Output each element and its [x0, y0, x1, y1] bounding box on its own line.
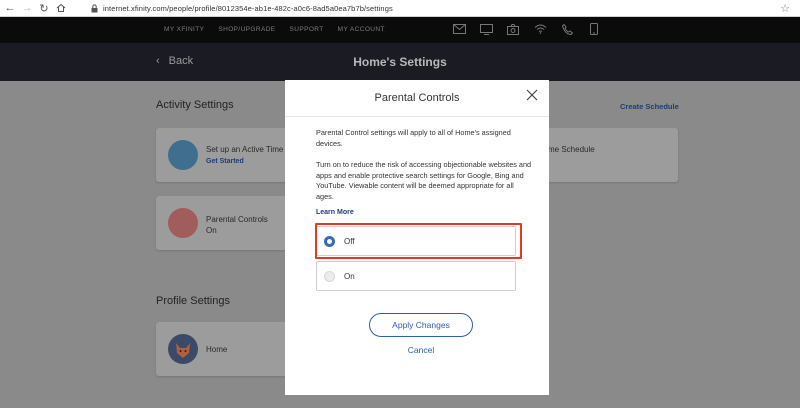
tv-icon[interactable] [479, 22, 493, 36]
wifi-icon[interactable] [533, 22, 547, 36]
reload-icon[interactable]: ↻ [37, 1, 51, 15]
profile-name: Home [206, 345, 228, 354]
modal-description-text: Turn on to reduce the risk of accessing … [316, 160, 532, 201]
parental-controls-card[interactable]: Parental Controls On [156, 196, 291, 250]
lock-icon [168, 208, 198, 238]
create-schedule-link[interactable]: Create Schedule [620, 102, 679, 111]
profile-settings-title: Profile Settings [156, 295, 230, 307]
get-started-link[interactable]: Get Started [206, 158, 244, 165]
modal-title: Parental Controls [374, 92, 460, 104]
site-top-nav: MY XFINITY SHOP/UPGRADE SUPPORT MY ACCOU… [0, 17, 800, 43]
close-icon[interactable] [525, 88, 539, 102]
nav-link-my-account[interactable]: MY ACCOUNT [338, 26, 385, 33]
clock-icon [168, 140, 198, 170]
browser-toolbar: ← → ↻ internet.xfinity.com/people/profil… [0, 0, 800, 17]
home-icon[interactable] [54, 1, 68, 15]
phone-icon[interactable] [560, 22, 574, 36]
address-bar[interactable]: internet.xfinity.com/people/profile/8012… [103, 4, 393, 13]
nav-link-support[interactable]: SUPPORT [290, 26, 324, 33]
bookmark-star-icon[interactable]: ☆ [780, 2, 790, 15]
camera-icon[interactable] [506, 22, 520, 36]
active-time-card[interactable]: Set up an Active Time Get Started [156, 128, 291, 182]
page-title: Home's Settings [353, 55, 447, 69]
parental-controls-status: On [206, 226, 217, 235]
learn-more-link[interactable]: Learn More [316, 209, 354, 216]
lock-icon[interactable] [90, 3, 99, 13]
back-arrow-icon[interactable]: ← [3, 1, 17, 15]
mobile-icon[interactable] [587, 22, 601, 36]
forward-arrow-icon[interactable]: → [20, 1, 34, 15]
nav-link-my-xfinity[interactable]: MY XFINITY [164, 26, 204, 33]
option-on[interactable]: On [316, 261, 516, 291]
page-header: ‹ Back Home's Settings [0, 43, 800, 81]
home-schedule-card[interactable]: me Schedule [540, 128, 678, 182]
active-time-label: Set up an Active Time [206, 145, 284, 154]
modal-intro-text: Parental Control settings will apply to … [316, 128, 511, 148]
profile-card[interactable]: Home [156, 322, 291, 376]
option-on-label: On [344, 271, 355, 281]
parental-controls-label: Parental Controls [206, 215, 268, 224]
apply-changes-button[interactable]: Apply Changes [369, 313, 473, 337]
modal-divider [285, 116, 549, 117]
selection-highlight [315, 223, 522, 259]
activity-settings-title: Activity Settings [156, 99, 234, 111]
radio-on[interactable] [324, 270, 335, 282]
parental-controls-modal: Parental Controls Parental Control setti… [285, 80, 549, 395]
nav-link-shop-upgrade[interactable]: SHOP/UPGRADE [218, 26, 275, 33]
mail-icon[interactable] [452, 22, 466, 36]
cancel-button[interactable]: Cancel [369, 345, 473, 355]
avatar [168, 334, 198, 364]
home-schedule-label: me Schedule [548, 145, 595, 154]
